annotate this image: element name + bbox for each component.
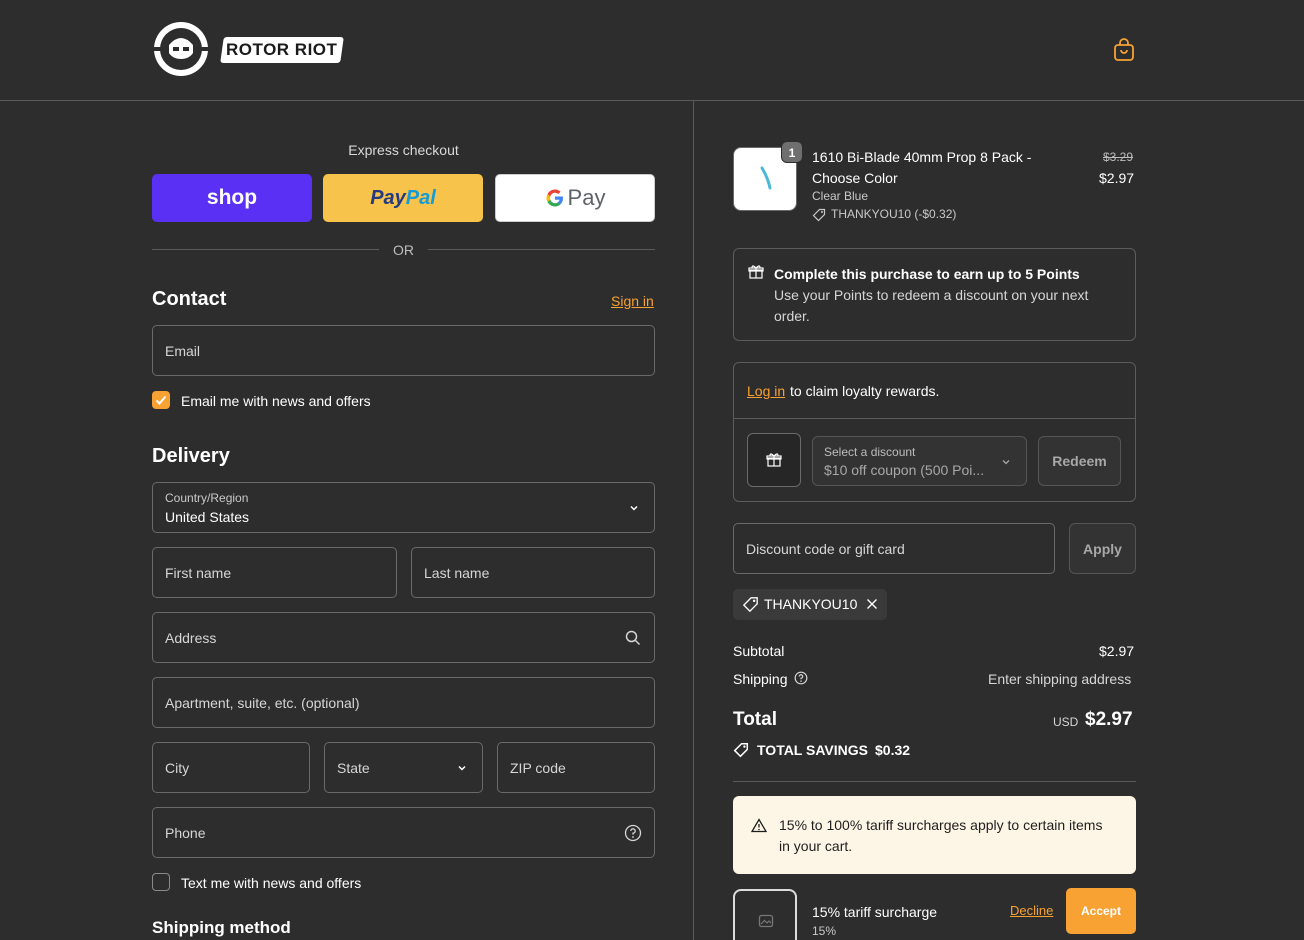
loyalty-claim-text: to claim loyalty rewards. <box>790 383 940 399</box>
country-select[interactable]: Country/Region United States <box>152 482 655 533</box>
chevron-down-icon <box>630 505 638 511</box>
shipping-method-title: Shipping method <box>152 918 291 937</box>
state-select[interactable]: State <box>324 742 483 793</box>
decline-link[interactable]: Decline <box>1010 903 1053 918</box>
apartment-field[interactable]: Apartment, suite, etc. (optional) <box>152 677 655 728</box>
contact-title: Contact <box>152 288 227 310</box>
surcharge-title: 15% tariff surcharge <box>812 904 938 920</box>
points-body-line1: Use your Points to redeem a discount on … <box>774 287 1089 303</box>
help-icon[interactable] <box>794 671 808 685</box>
tariff-notice: 15% to 100% tariff surcharges apply to c… <box>733 796 1136 874</box>
reward-gift-tile <box>747 433 801 487</box>
zip-field[interactable]: ZIP code <box>497 742 655 793</box>
email-optin-checkbox[interactable] <box>152 391 170 409</box>
search-icon <box>625 630 641 646</box>
address-field[interactable]: Address <box>152 612 655 663</box>
tag-icon <box>812 208 826 222</box>
email-field[interactable]: Email <box>152 325 655 376</box>
last-name-field[interactable]: Last name <box>411 547 655 598</box>
subtotal-label: Subtotal <box>733 643 785 659</box>
subtotal-value: $2.97 <box>1099 643 1135 659</box>
header: ROTOR RIOT <box>0 0 1304 101</box>
or-separator: OR <box>393 242 414 258</box>
total-currency: USD <box>1053 715 1079 729</box>
product-title-line1: 1610 Bi-Blade 40mm Prop 8 Pack - <box>812 149 1032 165</box>
shipping-label: Shipping <box>733 671 788 687</box>
total-label: Total <box>733 709 777 730</box>
brand-name: ROTOR RIOT <box>220 37 344 63</box>
total-savings-label: TOTAL SAVINGS <box>757 742 868 758</box>
image-placeholder-icon <box>758 914 774 928</box>
product-variant: Clear Blue <box>812 189 869 203</box>
shop-pay-button[interactable]: shop <box>152 174 312 222</box>
gift-icon <box>766 453 782 467</box>
google-pay-button[interactable]: Pay <box>495 174 655 222</box>
tag-icon <box>742 597 758 613</box>
quantity-badge: 1 <box>781 141 803 163</box>
applied-discount-chip: THANKYOU10 <box>733 589 887 620</box>
sms-optin-checkbox[interactable] <box>152 873 170 891</box>
loyalty-divider <box>734 418 1135 419</box>
city-field[interactable]: City <box>152 742 310 793</box>
gift-icon <box>748 265 764 279</box>
total-savings-value: $0.32 <box>875 742 911 758</box>
points-body-line2: order. <box>774 308 810 324</box>
product-discount: THANKYOU10 (-$0.32) <box>831 207 957 221</box>
discount-select[interactable]: Select a discount $10 off coupon (500 Po… <box>812 436 1027 486</box>
shipping-value: Enter shipping address <box>988 671 1132 687</box>
surcharge-rate: 15% <box>812 924 837 938</box>
accept-button[interactable]: Accept <box>1066 888 1136 934</box>
checkmark-icon <box>155 395 167 405</box>
tag-icon <box>733 742 749 758</box>
warning-icon <box>751 818 767 833</box>
email-optin-label: Email me with news and offers <box>181 393 371 409</box>
close-icon[interactable] <box>866 598 878 610</box>
google-g-icon <box>546 189 563 207</box>
express-checkout-title: Express checkout <box>348 142 459 158</box>
paypal-button[interactable]: Pay Pal <box>323 174 483 222</box>
log-in-link[interactable]: Log in <box>747 383 785 399</box>
chevron-down-icon <box>458 765 466 771</box>
sms-optin-label: Text me with news and offers <box>181 875 362 891</box>
points-headline: Complete this purchase to earn up to 5 P… <box>774 266 1080 282</box>
product-title-line2: Choose Color <box>812 170 898 186</box>
chevron-down-icon <box>1002 460 1010 465</box>
original-price: $3.29 <box>1103 150 1134 164</box>
product-price: $2.97 <box>1099 170 1135 186</box>
help-icon[interactable] <box>624 824 642 842</box>
shopping-bag-icon[interactable] <box>1113 38 1135 62</box>
first-name-field[interactable]: First name <box>152 547 397 598</box>
redeem-button[interactable]: Redeem <box>1038 436 1121 486</box>
apply-button[interactable]: Apply <box>1069 523 1136 574</box>
phone-field[interactable]: Phone <box>152 807 655 858</box>
discount-code-field[interactable]: Discount code or gift card <box>733 523 1055 574</box>
total-value: $2.97 <box>1085 709 1133 730</box>
summary-divider <box>733 781 1136 782</box>
surcharge-thumbnail <box>733 889 797 940</box>
sign-in-link[interactable]: Sign in <box>611 293 654 309</box>
delivery-title: Delivery <box>152 445 230 467</box>
